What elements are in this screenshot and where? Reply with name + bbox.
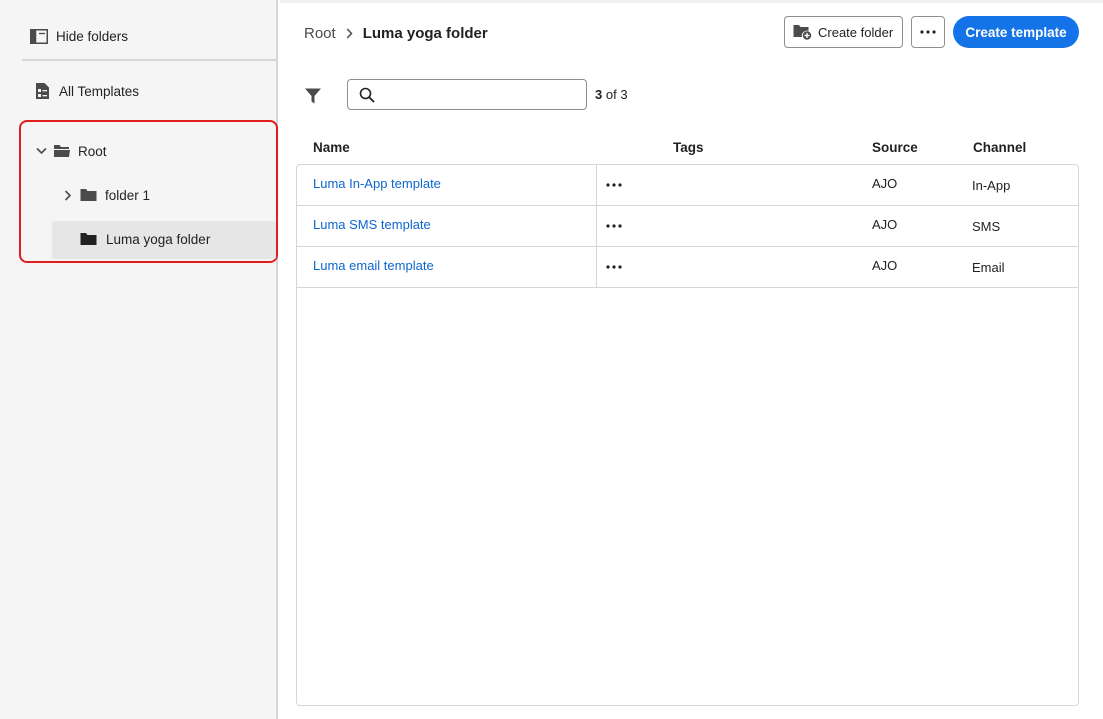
tree-item-label: Luma yoga folder — [106, 231, 211, 247]
template-name-link[interactable]: Luma SMS template — [313, 217, 431, 232]
more-icon[interactable] — [606, 259, 624, 275]
column-header-channel[interactable]: Channel — [973, 140, 1026, 155]
table-row[interactable]: Luma SMS template AJO SMS — [297, 206, 1078, 247]
hide-folders-button[interactable]: Hide folders — [30, 26, 128, 46]
folders-sidebar: Hide folders All Templates Root folder 1… — [0, 0, 278, 719]
template-name-link[interactable]: Luma email template — [313, 258, 434, 273]
template-name-link[interactable]: Luma In-App template — [313, 176, 441, 191]
result-count: 3 of 3 — [595, 87, 628, 102]
create-folder-label: Create folder — [818, 24, 894, 40]
folder-add-icon — [793, 25, 812, 40]
template-channel: In-App — [972, 178, 1011, 193]
table-row[interactable]: Luma In-App template AJO In-App — [297, 165, 1078, 206]
more-icon — [920, 30, 936, 34]
panel-icon — [30, 28, 48, 44]
more-icon[interactable] — [606, 177, 624, 193]
top-divider — [280, 0, 1103, 3]
templates-table: Luma In-App template AJO In-App Luma SMS… — [296, 164, 1079, 706]
column-header-name[interactable]: Name — [313, 140, 350, 155]
search-icon — [359, 87, 375, 103]
template-channel: SMS — [972, 219, 1001, 234]
column-divider — [596, 247, 597, 288]
tree-item-root[interactable]: Root — [36, 141, 107, 161]
app-window: Hide folders All Templates Root folder 1… — [0, 0, 1103, 719]
all-templates-item[interactable]: All Templates — [35, 80, 139, 102]
chevron-right-icon[interactable] — [64, 189, 72, 201]
folder-open-icon — [54, 145, 70, 157]
table-row[interactable]: Luma email template AJO Email — [297, 247, 1078, 288]
main-panel: Root Luma yoga folder Create folder Crea… — [280, 0, 1103, 719]
breadcrumb-current: Luma yoga folder — [362, 24, 488, 42]
folder-icon — [80, 189, 97, 201]
document-icon — [36, 83, 49, 99]
chevron-down-icon[interactable] — [36, 147, 47, 155]
search-input[interactable] — [384, 84, 580, 106]
column-header-source[interactable]: Source — [872, 140, 918, 155]
search-field[interactable] — [347, 79, 587, 110]
more-actions-button[interactable] — [911, 16, 945, 48]
template-source: AJO — [872, 258, 898, 273]
create-template-button[interactable]: Create template — [953, 16, 1079, 48]
chevron-right-icon — [346, 27, 353, 39]
tree-item-folder-1[interactable]: folder 1 — [64, 185, 150, 205]
breadcrumb: Root Luma yoga folder — [304, 22, 488, 44]
more-icon[interactable] — [606, 218, 624, 234]
tree-item-luma-yoga-folder[interactable]: Luma yoga folder — [80, 229, 210, 249]
filter-icon[interactable] — [304, 87, 322, 105]
hide-folders-label: Hide folders — [56, 28, 129, 44]
column-divider — [596, 165, 597, 206]
folder-icon — [80, 233, 97, 245]
template-source: AJO — [872, 217, 898, 232]
all-templates-label: All Templates — [59, 83, 140, 99]
create-folder-button[interactable]: Create folder — [784, 16, 903, 48]
breadcrumb-root[interactable]: Root — [304, 25, 336, 42]
template-channel: Email — [972, 260, 1005, 275]
result-count-shown: 3 — [595, 87, 603, 102]
tree-item-label: Root — [78, 143, 107, 159]
column-header-tags[interactable]: Tags — [673, 140, 704, 155]
template-source: AJO — [872, 176, 898, 191]
tree-item-label: folder 1 — [105, 187, 151, 203]
column-divider — [596, 206, 597, 247]
result-count-total: of 3 — [605, 87, 628, 102]
